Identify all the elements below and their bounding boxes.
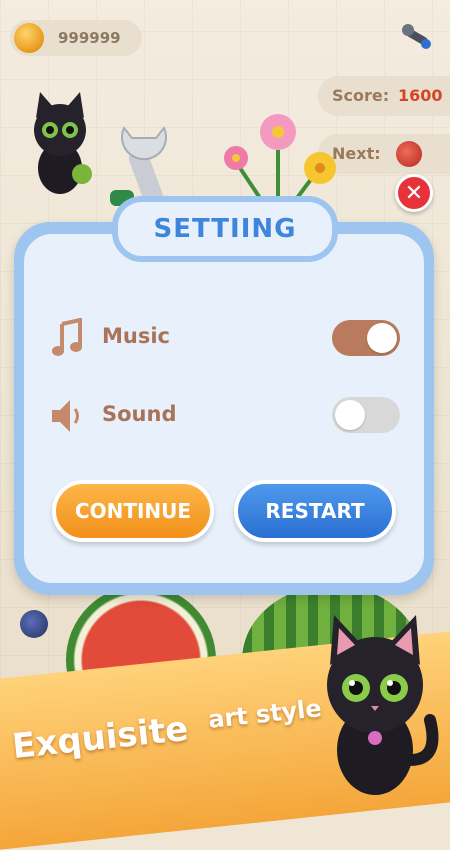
coin-count: 999999: [58, 29, 121, 47]
speaker-icon: [52, 400, 79, 432]
close-button[interactable]: ✕: [395, 174, 433, 212]
score-value: 1600: [398, 86, 443, 105]
sound-label: Sound: [102, 402, 177, 426]
close-icon: ✕: [404, 180, 424, 206]
settings-title-tab: SETTIING: [112, 196, 338, 262]
next-fruit-icon: [396, 141, 422, 167]
music-toggle-knob: [367, 323, 397, 353]
blueberry-fruit: [20, 610, 48, 638]
black-cat-small-icon: [34, 92, 92, 194]
continue-label: CONTINUE: [74, 499, 192, 523]
coin-icon: [14, 23, 44, 53]
wrench-icon[interactable]: [400, 22, 434, 52]
music-note-icon: [52, 318, 82, 356]
sound-toggle-knob: [335, 400, 365, 430]
continue-button[interactable]: CONTINUE: [52, 480, 214, 542]
restart-button[interactable]: RESTART: [234, 480, 396, 542]
sound-toggle[interactable]: [332, 397, 400, 433]
black-cat-large-icon: [327, 615, 439, 795]
restart-label: RESTART: [265, 499, 365, 523]
music-toggle[interactable]: [332, 320, 400, 356]
settings-title: SETTIING: [153, 214, 297, 244]
coin-counter: 999999: [10, 20, 142, 56]
score-label: Score:: [332, 86, 390, 105]
music-label: Music: [102, 324, 170, 348]
